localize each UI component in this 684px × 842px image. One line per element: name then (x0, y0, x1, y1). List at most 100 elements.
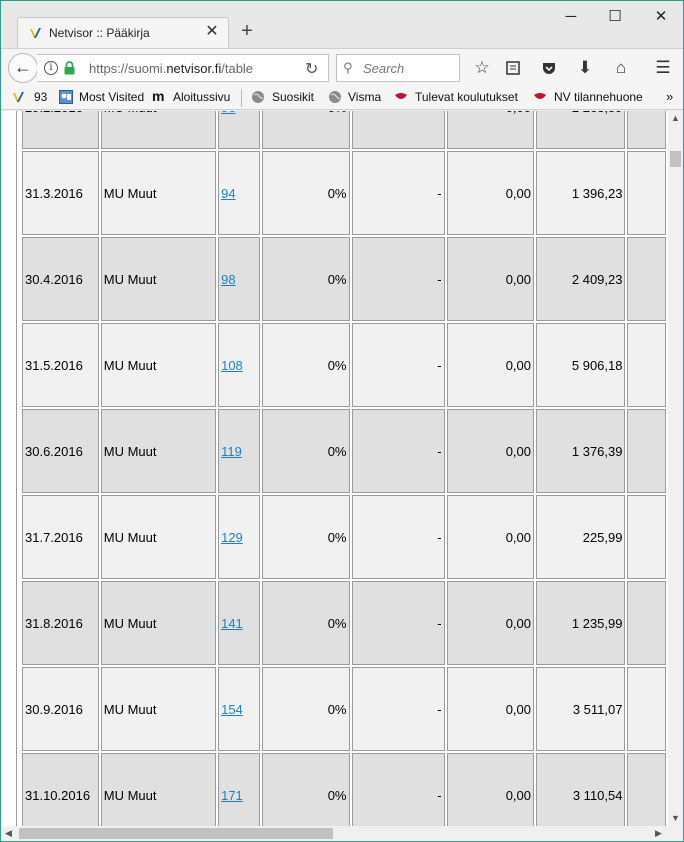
bookmark-aloitussivu[interactable]: Aloitussivu (173, 90, 230, 104)
zero-amount-cell: 0,00 (446, 409, 535, 493)
vat-percent-cell: 0% (262, 753, 350, 826)
menu-icon[interactable]: ☰ (652, 57, 674, 79)
table-row: 31.3.2016 MU Muut 94 0% - 0,00 1 396,23 (22, 151, 666, 235)
overflow-cell (627, 111, 666, 149)
reload-icon[interactable]: ↻ (305, 59, 318, 79)
horizontal-scroll-thumb[interactable] (19, 828, 333, 839)
dash-cell: - (351, 495, 445, 579)
tab-netvisor[interactable]: Netvisor :: Pääkirja ✕ (17, 17, 229, 48)
close-tab-icon[interactable]: ✕ (204, 24, 220, 40)
zero-amount-cell: 0,00 (446, 111, 535, 149)
minimize-button[interactable]: ─ (561, 7, 581, 27)
page-content: 29.2.2016 MU Muut 56 0% - 0,00 2 263,89 … (1, 111, 668, 826)
close-window-button[interactable]: ✕ (651, 7, 671, 27)
bookmark-star-icon[interactable]: ☆ (471, 57, 493, 79)
scroll-up-icon[interactable]: ▲ (668, 111, 683, 126)
scroll-right-icon[interactable]: ▶ (651, 826, 666, 841)
vat-percent-cell: 0% (262, 237, 350, 321)
description-cell: MU Muut (100, 111, 217, 149)
overflow-cell (627, 323, 666, 407)
bookmark-93[interactable]: 93 (34, 90, 47, 104)
vertical-scrollbar[interactable]: ▲ ▼ (668, 111, 683, 826)
vat-percent-cell: 0% (262, 495, 350, 579)
voucher-link[interactable]: 94 (221, 186, 235, 201)
globe-icon (252, 91, 264, 103)
zero-amount-cell: 0,00 (446, 581, 535, 665)
tab-title: Netvisor :: Pääkirja (49, 26, 150, 40)
bookmark-most-visited[interactable]: Most Visited (79, 90, 144, 104)
voucher-link[interactable]: 154 (221, 702, 243, 717)
amount-cell: 1 396,23 (536, 151, 626, 235)
vat-percent-cell: 0% (262, 667, 350, 751)
date-cell: 31.7.2016 (22, 495, 99, 579)
bookmark-nv-tilannehuone[interactable]: NV tilannehuone (554, 90, 643, 104)
table-row: 31.8.2016 MU Muut 141 0% - 0,00 1 235,99 (22, 581, 666, 665)
most-visited-icon (59, 90, 73, 104)
date-cell: 29.2.2016 (22, 111, 99, 149)
back-button[interactable]: ← (8, 53, 38, 83)
overflow-cell (627, 151, 666, 235)
zero-amount-cell: 0,00 (446, 323, 535, 407)
reading-list-icon[interactable] (502, 57, 524, 79)
description-cell: MU Muut (100, 753, 217, 826)
voucher-link[interactable]: 171 (221, 788, 243, 803)
reference-cell: 56 (218, 111, 261, 149)
amount-cell: 2 409,23 (536, 237, 626, 321)
voucher-link[interactable]: 98 (221, 272, 235, 287)
amount-cell: 225,99 (536, 495, 626, 579)
maximize-button[interactable]: ☐ (605, 7, 625, 27)
url-text: https://suomi.netvisor.fi/table (89, 61, 254, 76)
description-cell: MU Muut (100, 151, 217, 235)
overflow-cell (627, 667, 666, 751)
pocket-icon[interactable] (538, 57, 560, 79)
globe-icon (329, 91, 341, 103)
content-left-border (16, 111, 17, 826)
horizontal-scrollbar[interactable]: ◀ ▶ (1, 826, 683, 841)
zero-amount-cell: 0,00 (446, 151, 535, 235)
scroll-left-icon[interactable]: ◀ (1, 826, 16, 841)
date-cell: 31.3.2016 (22, 151, 99, 235)
dash-cell: - (351, 237, 445, 321)
voucher-link[interactable]: 119 (221, 444, 242, 459)
download-icon[interactable]: ⬇ (574, 57, 596, 79)
voucher-link[interactable]: 141 (221, 616, 243, 631)
amount-cell: 1 235,99 (536, 581, 626, 665)
overflow-cell (627, 237, 666, 321)
description-cell: MU Muut (100, 581, 217, 665)
reference-cell: 154 (218, 667, 261, 751)
voucher-link[interactable]: 108 (221, 358, 243, 373)
zero-amount-cell: 0,00 (446, 237, 535, 321)
navigation-bar: ← i https://suomi.netvisor.fi/table ↻ ⚲ … (1, 48, 683, 86)
vat-percent-cell: 0% (262, 111, 350, 149)
table-row: 29.2.2016 MU Muut 56 0% - 0,00 2 263,89 (22, 111, 666, 149)
date-cell: 31.5.2016 (22, 323, 99, 407)
reference-cell: 119 (218, 409, 261, 493)
voucher-link[interactable]: 56 (221, 111, 235, 115)
bookmark-suosikit[interactable]: Suosikit (272, 90, 314, 104)
date-cell: 30.4.2016 (22, 237, 99, 321)
back-icon: ← (14, 57, 32, 77)
voucher-link[interactable]: 129 (221, 530, 243, 545)
url-bar[interactable]: i https://suomi.netvisor.fi/table ↻ (37, 54, 329, 82)
visma-icon (395, 93, 407, 99)
overflow-cell (627, 495, 666, 579)
info-icon[interactable]: i (44, 61, 58, 75)
vat-percent-cell: 0% (262, 151, 350, 235)
bookmark-visma[interactable]: Visma (348, 90, 381, 104)
date-cell: 31.8.2016 (22, 581, 99, 665)
browser-window: Netvisor :: Pääkirja ✕ + ─ ☐ ✕ ← i https… (0, 0, 684, 842)
home-icon[interactable]: ⌂ (610, 57, 632, 79)
search-placeholder: Search (363, 61, 405, 76)
description-cell: MU Muut (100, 667, 217, 751)
reference-cell: 171 (218, 753, 261, 826)
bookmarks-overflow-button[interactable]: » (666, 89, 673, 104)
dash-cell: - (351, 409, 445, 493)
dash-cell: - (351, 753, 445, 826)
search-input[interactable]: ⚲ Search (336, 54, 460, 82)
reference-cell: 129 (218, 495, 261, 579)
new-tab-button[interactable]: + (237, 21, 257, 41)
scroll-down-icon[interactable]: ▼ (668, 811, 683, 826)
vertical-scroll-thumb[interactable] (670, 151, 681, 167)
search-icon: ⚲ (343, 60, 353, 75)
bookmark-tulevat-koulutukset[interactable]: Tulevat koulutukset (415, 90, 518, 104)
